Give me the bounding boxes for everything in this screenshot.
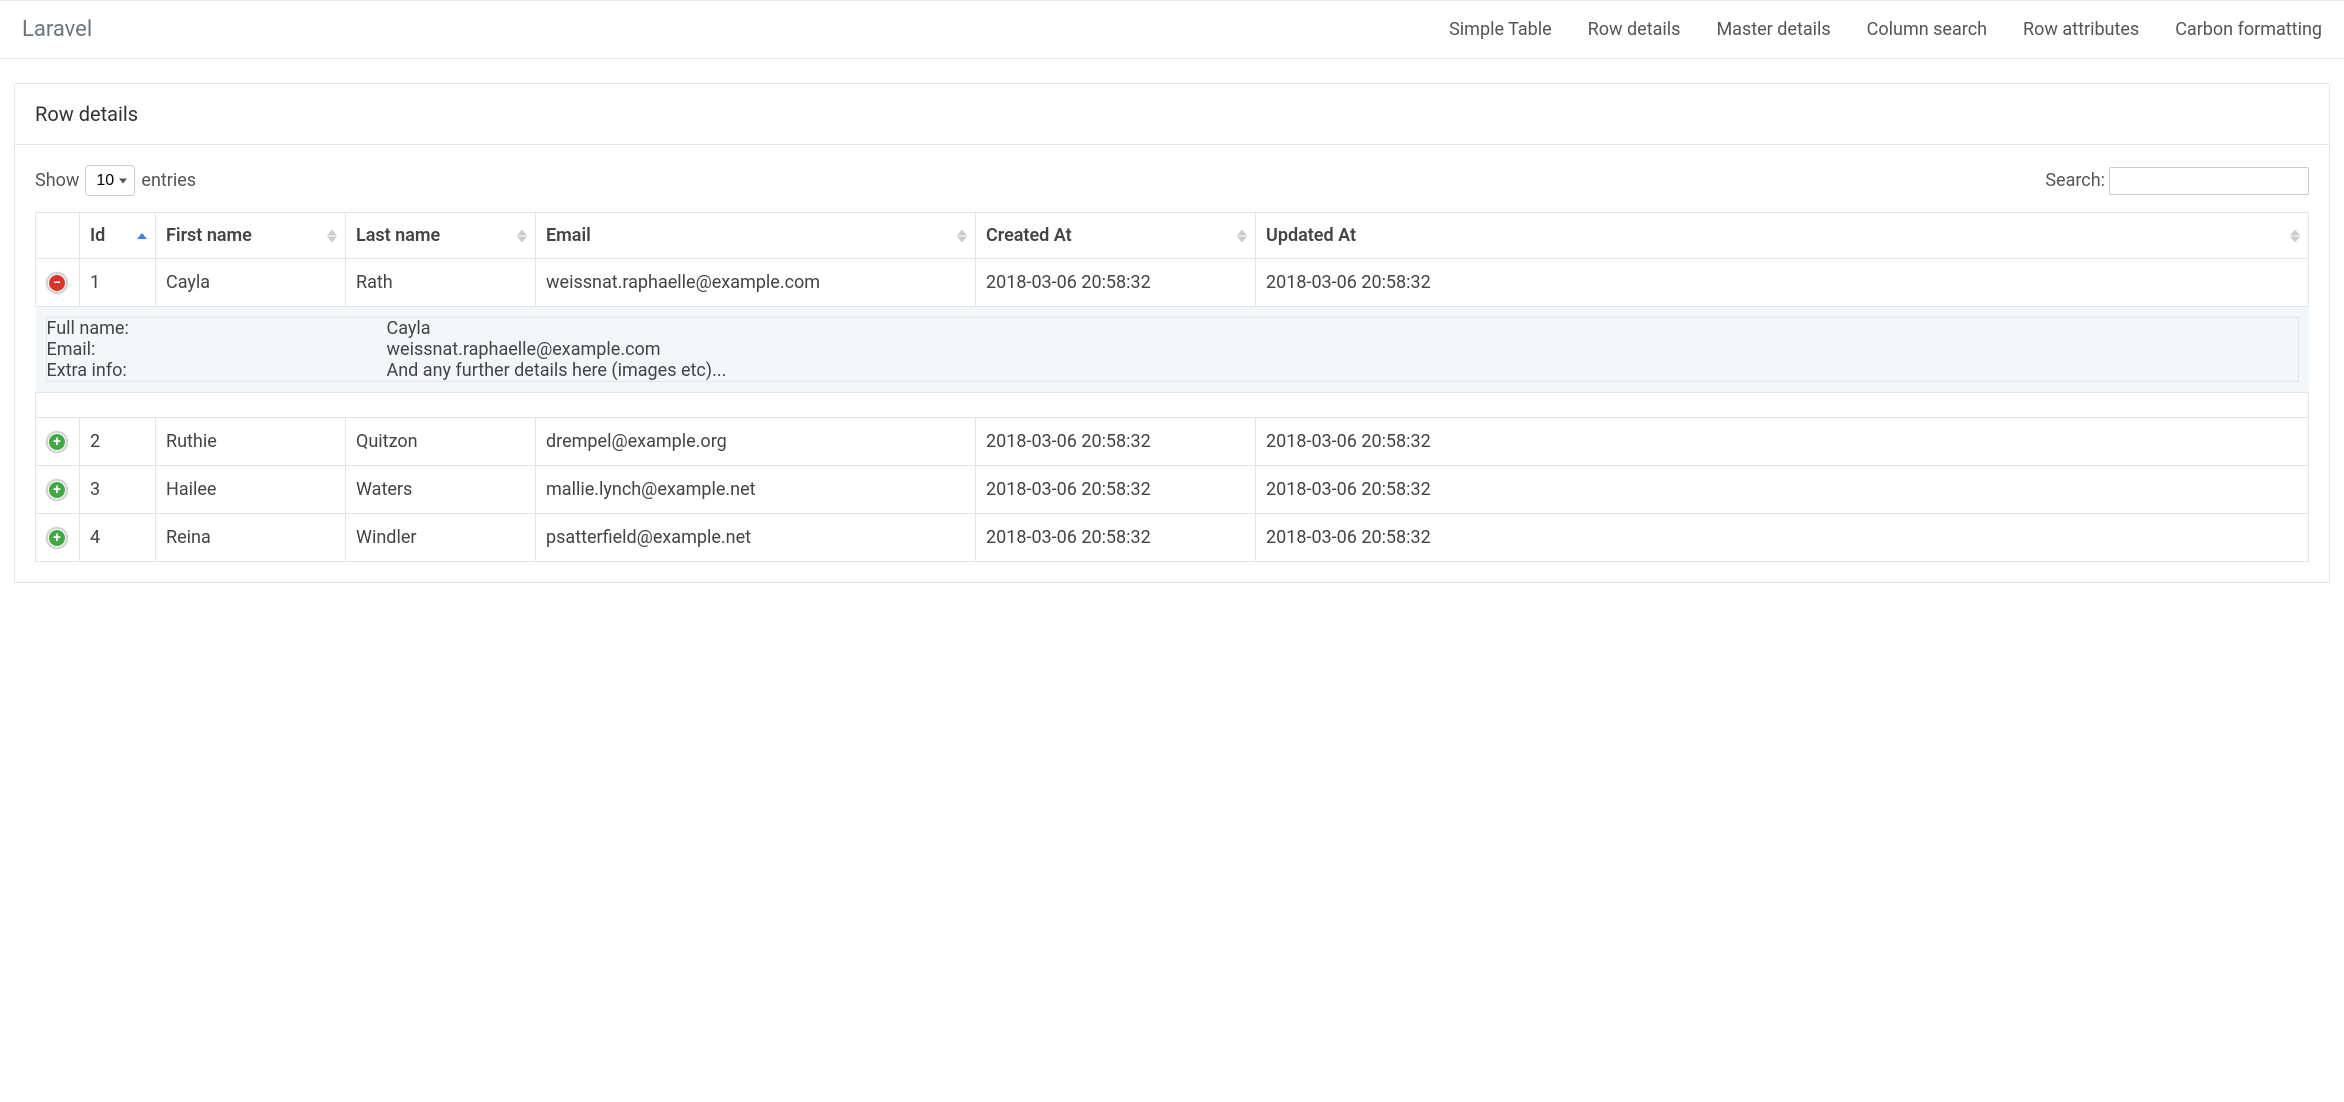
cell-id: 3: [80, 466, 156, 514]
row-detail-panel: Full name: Cayla Email: weissnat.raphael…: [36, 307, 2309, 393]
expand-row-button[interactable]: +: [46, 479, 68, 501]
collapse-row-button[interactable]: −: [46, 272, 68, 294]
detail-value: And any further details here (images etc…: [387, 360, 2298, 381]
sort-icon: [2290, 229, 2300, 242]
cell-created-at: 2018-03-06 20:58:32: [976, 514, 1256, 562]
plus-icon: +: [49, 434, 65, 450]
nav-master-details[interactable]: Master details: [1716, 19, 1830, 40]
length-control: Show 10 entries: [35, 165, 196, 196]
col-created-at[interactable]: Created At: [976, 213, 1256, 259]
plus-icon: +: [49, 482, 65, 498]
cell-updated-at: 2018-03-06 20:58:32: [1256, 514, 2309, 562]
cell-updated-at: 2018-03-06 20:58:32: [1256, 259, 2309, 307]
page-length-select[interactable]: 10: [85, 165, 135, 196]
nav-simple-table[interactable]: Simple Table: [1449, 19, 1552, 40]
plus-icon: +: [49, 530, 65, 546]
sort-icon: [957, 229, 967, 242]
cell-email: psatterfield@example.net: [536, 514, 976, 562]
col-first-name[interactable]: First name: [156, 213, 346, 259]
cell-last-name: Quitzon: [346, 418, 536, 466]
col-last-name[interactable]: Last name: [346, 213, 536, 259]
table-row: + 4 Reina Windler psatterfield@example.n…: [36, 514, 2309, 562]
search-input[interactable]: [2109, 167, 2309, 195]
cell-last-name: Rath: [346, 259, 536, 307]
table-header-row: Id First name Last name Email: [36, 213, 2309, 259]
col-id[interactable]: Id: [80, 213, 156, 259]
brand[interactable]: Laravel: [22, 17, 92, 42]
col-last-name-label: Last name: [356, 225, 440, 246]
col-email[interactable]: Email: [536, 213, 976, 259]
data-table: Id First name Last name Email: [35, 212, 2309, 562]
sort-icon: [1237, 229, 1247, 242]
table-row: − 1 Cayla Rath weissnat.raphaelle@exampl…: [36, 259, 2309, 307]
table-controls: Show 10 entries Search:: [35, 165, 2309, 196]
cell-last-name: Waters: [346, 466, 536, 514]
cell-updated-at: 2018-03-06 20:58:32: [1256, 466, 2309, 514]
minus-icon: −: [49, 275, 65, 291]
detail-field: Full name: Cayla: [47, 318, 2298, 339]
cell-first-name: Ruthie: [156, 418, 346, 466]
nav-carbon-formatting[interactable]: Carbon formatting: [2175, 19, 2322, 40]
sort-icon: [517, 229, 527, 242]
table-row: + 3 Hailee Waters mallie.lynch@example.n…: [36, 466, 2309, 514]
col-updated-at-label: Updated At: [1266, 225, 1356, 246]
panel-title: Row details: [15, 84, 2329, 145]
top-navbar: Laravel Simple Table Row details Master …: [0, 0, 2344, 59]
detail-label: Extra info:: [47, 360, 387, 381]
detail-field: Extra info: And any further details here…: [47, 360, 2298, 381]
cell-created-at: 2018-03-06 20:58:32: [976, 259, 1256, 307]
cell-created-at: 2018-03-06 20:58:32: [976, 418, 1256, 466]
expand-row-button[interactable]: +: [46, 431, 68, 453]
nav-links: Simple Table Row details Master details …: [1449, 19, 2322, 40]
detail-label: Email:: [47, 339, 387, 360]
cell-id: 4: [80, 514, 156, 562]
col-updated-at[interactable]: Updated At: [1256, 213, 2309, 259]
nav-column-search[interactable]: Column search: [1867, 19, 1987, 40]
cell-first-name: Reina: [156, 514, 346, 562]
cell-email: drempel@example.org: [536, 418, 976, 466]
show-label: Show: [35, 170, 79, 191]
col-email-label: Email: [546, 225, 591, 246]
col-first-name-label: First name: [166, 225, 252, 246]
sort-icon: [327, 229, 337, 242]
cell-first-name: Hailee: [156, 466, 346, 514]
cell-last-name: Windler: [346, 514, 536, 562]
detail-label: Full name:: [47, 318, 387, 339]
col-id-label: Id: [90, 225, 105, 246]
col-created-at-label: Created At: [986, 225, 1072, 246]
detail-value: weissnat.raphaelle@example.com: [387, 339, 2298, 360]
detail-value: Cayla: [387, 318, 2298, 339]
search-control: Search:: [2045, 167, 2309, 195]
nav-row-attributes[interactable]: Row attributes: [2023, 19, 2139, 40]
nav-row-details[interactable]: Row details: [1588, 19, 1681, 40]
panel: Row details Show 10 entries Search:: [14, 83, 2330, 583]
cell-email: mallie.lynch@example.net: [536, 466, 976, 514]
entries-label: entries: [141, 170, 196, 191]
col-expand: [36, 213, 80, 259]
cell-id: 2: [80, 418, 156, 466]
table-row: + 2 Ruthie Quitzon drempel@example.org 2…: [36, 418, 2309, 466]
cell-first-name: Cayla: [156, 259, 346, 307]
search-label: Search:: [2045, 170, 2105, 191]
cell-updated-at: 2018-03-06 20:58:32: [1256, 418, 2309, 466]
detail-field: Email: weissnat.raphaelle@example.com: [47, 339, 2298, 360]
cell-id: 1: [80, 259, 156, 307]
sort-icon: [137, 233, 147, 239]
expand-row-button[interactable]: +: [46, 527, 68, 549]
cell-created-at: 2018-03-06 20:58:32: [976, 466, 1256, 514]
cell-email: weissnat.raphaelle@example.com: [536, 259, 976, 307]
sort-asc-icon: [137, 233, 147, 239]
